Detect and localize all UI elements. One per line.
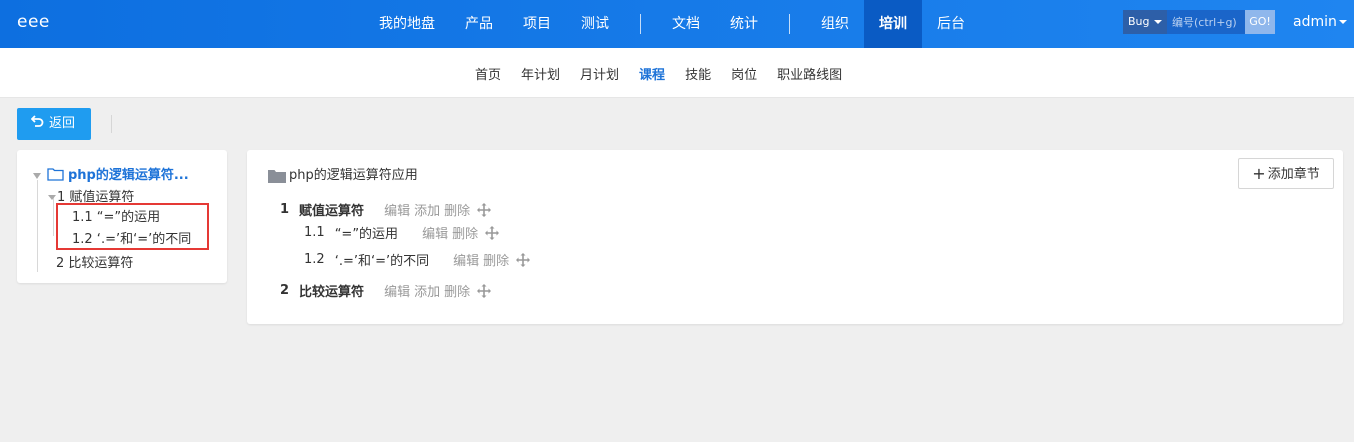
user-name: admin <box>1293 14 1337 30</box>
subnav-item-skill[interactable]: 技能 <box>675 64 721 83</box>
row-actions: 编辑 添加 删除 <box>384 281 492 300</box>
tree-node-chapter-2[interactable]: 2 比较运算符 <box>56 252 133 271</box>
chapter-number: 2 <box>280 283 290 298</box>
nav-item-product[interactable]: 产品 <box>450 0 508 48</box>
subnav-item-course[interactable]: 课程 <box>629 64 675 83</box>
undo-icon <box>30 108 45 140</box>
chapter-name: 赋值运算符 <box>299 204 365 219</box>
nav-item-project[interactable]: 项目 <box>508 0 566 48</box>
edit-link[interactable]: 编辑 <box>453 250 479 269</box>
move-icon[interactable] <box>484 225 500 241</box>
subnav-item-position[interactable]: 岗位 <box>721 64 767 83</box>
section-row: 1.1 “=”的运用 编辑 删除 <box>304 223 500 242</box>
chapter-number: 1 <box>280 202 290 217</box>
nav-item-stats[interactable]: 统计 <box>715 0 773 48</box>
search-box: Bug GO! <box>1123 10 1275 34</box>
course-tree-panel: php的逻辑运算符... 1 赋值运算符 1.1 “=”的运用 1.2 ‘.=’… <box>17 150 227 283</box>
edit-link[interactable]: 编辑 <box>422 223 448 242</box>
expand-arrow-icon[interactable] <box>33 172 41 179</box>
tree-root-label: php的逻辑运算符... <box>68 168 189 183</box>
back-label: 返回 <box>49 116 76 131</box>
nav-item-doc[interactable]: 文档 <box>657 0 715 48</box>
section-row: 1.2 ‘.=’和‘=’的不同 编辑 删除 <box>304 250 531 269</box>
add-link[interactable]: 添加 <box>414 281 440 300</box>
search-type-label: Bug <box>1128 15 1150 28</box>
subnav-item-home[interactable]: 首页 <box>465 64 511 83</box>
plus-icon: + <box>1252 164 1266 183</box>
brand-logo[interactable]: eee <box>17 12 50 32</box>
nav-item-my-dashboard[interactable]: 我的地盘 <box>364 0 450 48</box>
delete-link[interactable]: 删除 <box>444 281 470 300</box>
expand-arrow-icon[interactable] <box>48 195 56 200</box>
section-name: ‘.=’和‘=’的不同 <box>334 254 430 269</box>
subnav-item-annual-plan[interactable]: 年计划 <box>511 64 570 83</box>
delete-link[interactable]: 删除 <box>483 250 509 269</box>
course-detail-panel: php的逻辑运算符应用 + 添加章节 1 赋值运算符 编辑 添加 删除 1.1 “… <box>247 150 1343 324</box>
back-button[interactable]: 返回 <box>17 108 91 140</box>
search-go-button[interactable]: GO! <box>1245 10 1275 34</box>
section-number: 1.1 <box>304 225 325 240</box>
chapter-row: 1 赋值运算符 编辑 添加 删除 <box>280 200 492 219</box>
sub-navbar: 首页 年计划 月计划 课程 技能 岗位 职业路线图 <box>0 48 1354 98</box>
move-icon[interactable] <box>515 252 531 268</box>
chapter-name: 比较运算符 <box>299 285 365 300</box>
course-title: php的逻辑运算符应用 <box>268 164 418 183</box>
nav-item-org[interactable]: 组织 <box>806 0 864 48</box>
toolbar-divider <box>111 115 112 133</box>
nav-item-training[interactable]: 培训 <box>864 0 922 48</box>
row-actions: 编辑 删除 <box>422 223 500 242</box>
nav-item-test[interactable]: 测试 <box>566 0 624 48</box>
nav-divider <box>640 14 641 34</box>
edit-link[interactable]: 编辑 <box>384 200 410 219</box>
folder-outline-icon <box>47 168 64 181</box>
section-number: 1.2 <box>304 252 325 267</box>
top-navbar: eee 我的地盘 产品 项目 测试 文档 统计 组织 培训 后台 Bug GO!… <box>0 0 1354 48</box>
caret-down-icon <box>1338 20 1347 24</box>
add-chapter-label: 添加章节 <box>1267 167 1320 182</box>
nav-item-admin[interactable]: 后台 <box>922 0 980 48</box>
folder-icon <box>268 169 286 183</box>
chapter-row: 2 比较运算符 编辑 添加 删除 <box>280 281 492 300</box>
tree-root[interactable]: php的逻辑运算符... <box>33 164 189 183</box>
search-input[interactable] <box>1167 10 1245 34</box>
subnav-items: 首页 年计划 月计划 课程 技能 岗位 职业路线图 <box>465 48 852 98</box>
search-type-select[interactable]: Bug <box>1123 10 1167 34</box>
subnav-item-monthly-plan[interactable]: 月计划 <box>570 64 629 83</box>
move-icon[interactable] <box>476 283 492 299</box>
nav-divider <box>789 14 790 34</box>
add-chapter-button[interactable]: + 添加章节 <box>1238 158 1334 189</box>
highlight-annotation-box <box>56 203 209 250</box>
add-link[interactable]: 添加 <box>414 200 440 219</box>
move-icon[interactable] <box>476 202 492 218</box>
tree-guide-line <box>37 180 38 272</box>
row-actions: 编辑 删除 <box>453 250 531 269</box>
course-title-text: php的逻辑运算符应用 <box>289 168 418 183</box>
subnav-item-career-path[interactable]: 职业路线图 <box>767 64 852 83</box>
user-menu[interactable]: admin <box>1293 14 1347 30</box>
caret-down-icon <box>1154 20 1162 24</box>
delete-link[interactable]: 删除 <box>452 223 478 242</box>
delete-link[interactable]: 删除 <box>444 200 470 219</box>
section-name: “=”的运用 <box>334 227 399 242</box>
row-actions: 编辑 添加 删除 <box>384 200 492 219</box>
main-nav: 我的地盘 产品 项目 测试 文档 统计 组织 培训 后台 <box>364 0 980 48</box>
edit-link[interactable]: 编辑 <box>384 281 410 300</box>
